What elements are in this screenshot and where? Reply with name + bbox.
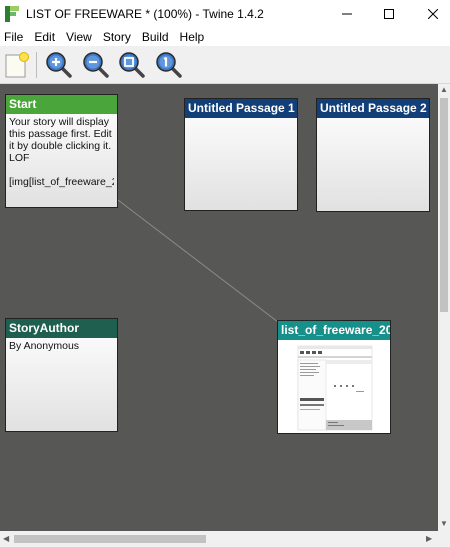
menu-story[interactable]: Story [103, 30, 131, 44]
passage-story-author[interactable]: StoryAuthor By Anonymous [5, 318, 118, 432]
zoom-out-button[interactable] [81, 49, 111, 81]
passage-excerpt: By Anonymous [6, 338, 117, 354]
toolbar-separator [36, 52, 37, 78]
scroll-up-arrow-icon[interactable]: ▲ [440, 86, 448, 94]
image-thumbnail [278, 340, 390, 433]
new-passage-icon [5, 52, 29, 78]
excerpt-line [9, 164, 114, 176]
passage-untitled-1[interactable]: Untitled Passage 1 [184, 98, 298, 211]
passage-title: StoryAuthor [6, 319, 117, 338]
excerpt-line: [img[list_of_freeware_2 [9, 176, 114, 188]
horizontal-scroll-thumb[interactable] [14, 535, 206, 543]
passage-start[interactable]: Start Your story will display this passa… [5, 94, 118, 208]
zoom-in-icon [46, 52, 72, 78]
menu-edit[interactable]: Edit [34, 30, 55, 44]
zoom-fit-icon [119, 52, 145, 78]
zoom-in-button[interactable] [44, 49, 74, 81]
passage-title: Start [6, 95, 117, 114]
passage-excerpt: Your story will display this passage fir… [6, 114, 117, 190]
story-map-canvas[interactable]: Start Your story will display this passa… [0, 84, 438, 531]
maximize-button[interactable] [366, 0, 412, 28]
menu-build[interactable]: Build [142, 30, 169, 44]
menu-help[interactable]: Help [180, 30, 205, 44]
toolbar [0, 46, 450, 84]
zoom-actual-size-icon [156, 52, 182, 78]
scroll-right-arrow-icon[interactable]: ▶ [426, 535, 432, 543]
zoom-fit-button[interactable] [117, 49, 147, 81]
passage-image[interactable]: list_of_freeware_20 [277, 320, 391, 434]
title-bar: LIST OF FREEWARE * (100%) - Twine 1.4.2 [0, 0, 450, 28]
new-passage-button[interactable] [2, 49, 32, 81]
menu-bar: File Edit View Story Build Help [0, 28, 450, 46]
zoom-out-icon [83, 52, 109, 78]
twine-app-icon [5, 6, 19, 22]
close-button[interactable] [410, 0, 450, 28]
excerpt-line: Your story will display [9, 116, 109, 128]
window-title: LIST OF FREEWARE * (100%) - Twine 1.4.2 [26, 7, 264, 21]
scrollbar-corner [438, 531, 450, 547]
passage-title: Untitled Passage 1 [185, 99, 297, 118]
passage-untitled-2[interactable]: Untitled Passage 2 [316, 98, 430, 212]
minimize-icon [342, 13, 352, 15]
scroll-down-arrow-icon[interactable]: ▼ [440, 520, 448, 528]
passage-title: Untitled Passage 2 [317, 99, 429, 118]
scroll-left-arrow-icon[interactable]: ◀ [3, 535, 9, 543]
passage-title: list_of_freeware_20 [278, 321, 390, 340]
vertical-scrollbar[interactable]: ▲ ▼ [438, 84, 450, 531]
menu-view[interactable]: View [66, 30, 92, 44]
maximize-icon [384, 9, 394, 19]
excerpt-line: LOF [9, 152, 30, 164]
excerpt-line: By Anonymous [9, 340, 80, 352]
menu-file[interactable]: File [4, 30, 23, 44]
excerpt-line: this passage first. Edit [9, 128, 112, 140]
minimize-button[interactable] [324, 0, 370, 28]
horizontal-scrollbar[interactable]: ◀ ▶ [0, 531, 438, 547]
vertical-scroll-thumb[interactable] [440, 98, 448, 312]
zoom-actual-size-button[interactable] [154, 49, 184, 81]
close-icon [428, 9, 438, 19]
excerpt-line: it by double clicking it. [9, 140, 112, 152]
